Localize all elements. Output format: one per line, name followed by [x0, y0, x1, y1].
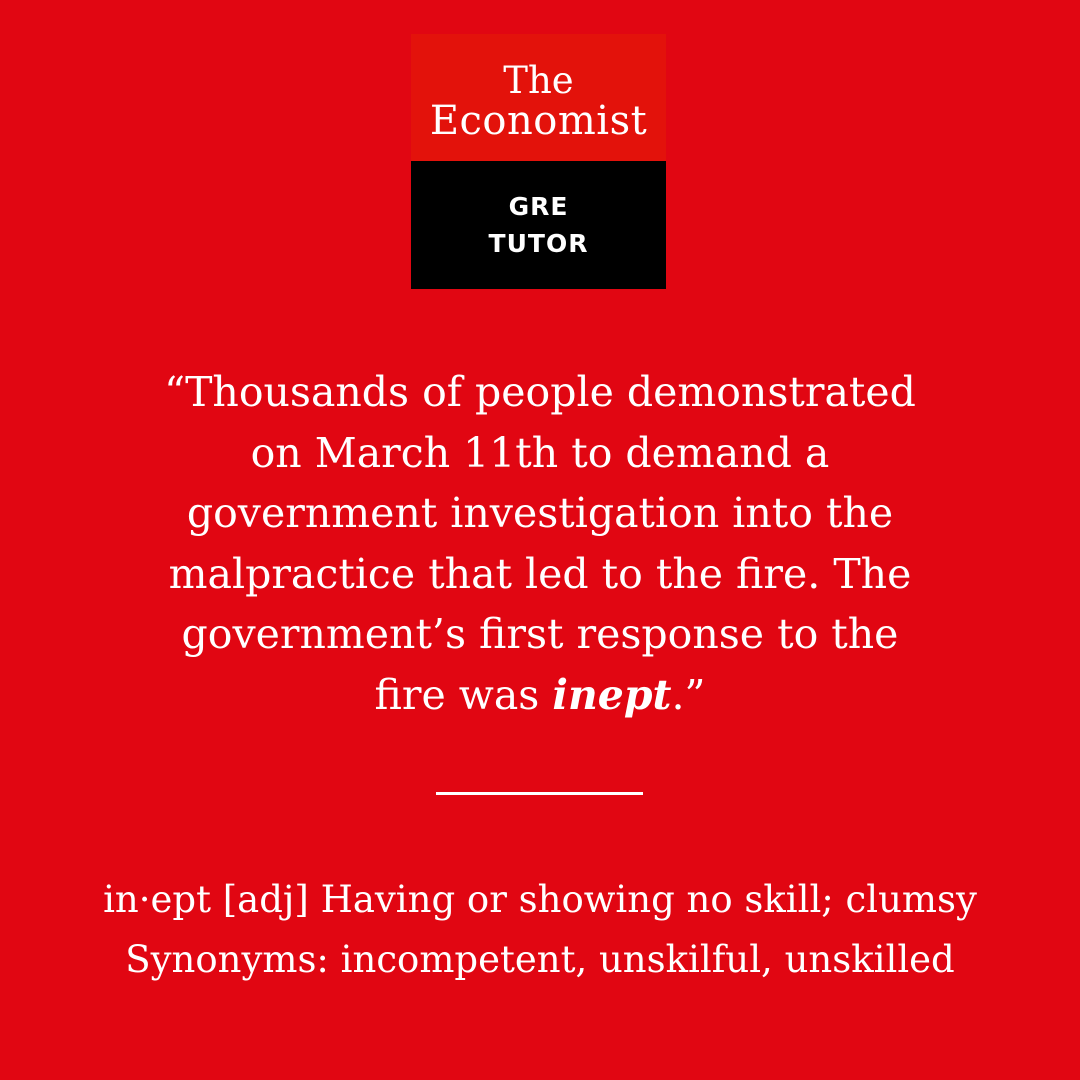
divider: [436, 792, 643, 795]
definition-synonyms: Synonyms: incompetent, unskilful, unskil…: [125, 938, 955, 981]
quote-line: government’s first response to the: [181, 610, 899, 658]
quote-line: on March 11th to demand a: [250, 428, 830, 477]
quote-line: fire was inept.”: [80, 665, 1000, 726]
quote-line-prefix: fire was: [374, 670, 553, 719]
word-definition: in·ept [adj] Having or showing no skill;…: [40, 870, 1040, 990]
logo-gre-text: GRE: [508, 192, 569, 221]
example-quote: “Thousands of people demonstrated on Mar…: [80, 362, 1000, 725]
quote-line-suffix: .”: [671, 670, 706, 719]
quote-line: “Thousands of people demonstrated: [164, 368, 916, 416]
logo-tutor-text: TUTOR: [488, 229, 589, 258]
logo-masthead: The Economist: [411, 34, 666, 161]
vocab-word: inept: [552, 670, 672, 719]
logo-the-text: The: [503, 59, 574, 102]
quote-line: government investigation into the: [186, 489, 894, 537]
definition-entry: in·ept [adj] Having or showing no skill;…: [103, 878, 977, 921]
logo-economist-text: Economist: [429, 98, 648, 144]
economist-gre-tutor-logo: The Economist GRE TUTOR: [411, 34, 666, 289]
logo-gre-tutor-block: GRE TUTOR: [411, 161, 666, 289]
quote-line: malpractice that led to the fire. The: [168, 549, 912, 598]
